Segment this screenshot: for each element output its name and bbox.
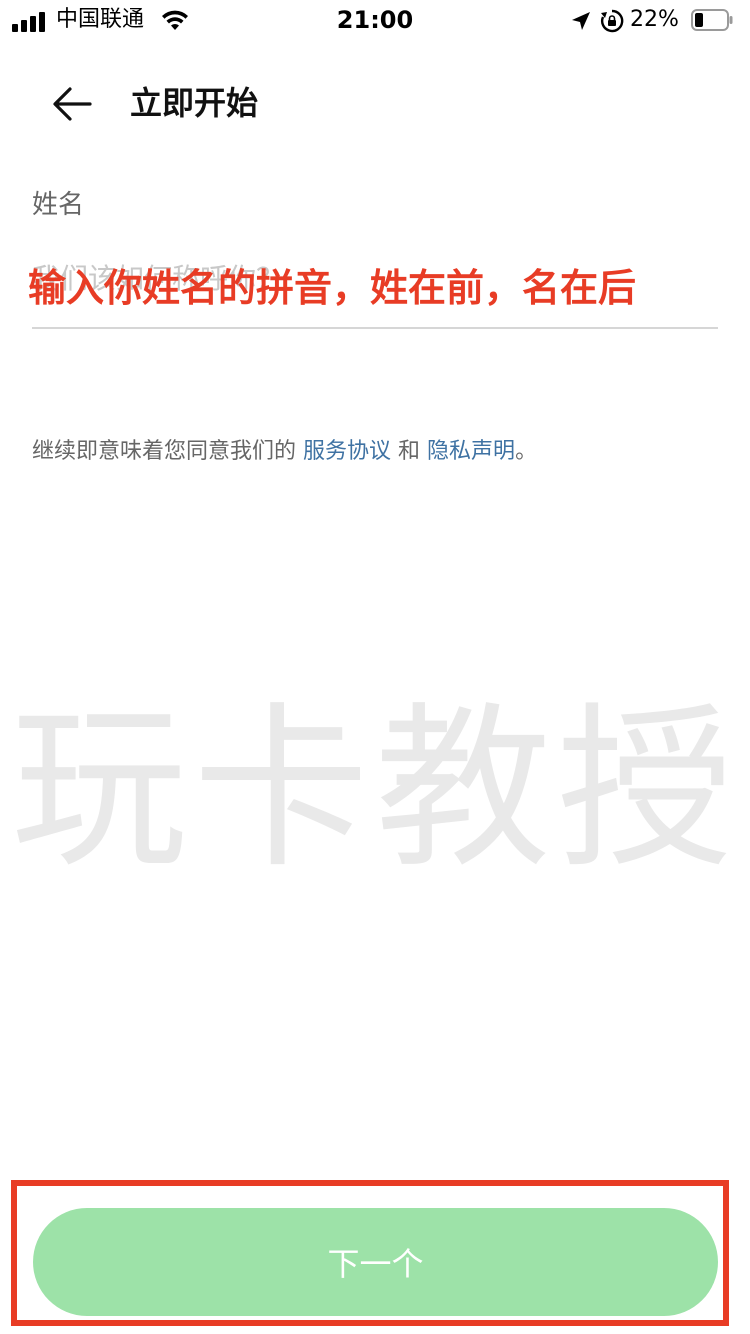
instruction-overlay-text: 输入你姓名的拼音，姓在前，名在后: [28, 266, 637, 310]
next-button[interactable]: 下一个: [33, 1208, 718, 1316]
battery-icon: [691, 9, 733, 31]
rotation-lock-icon: [601, 9, 624, 33]
privacy-statement-link[interactable]: 隐私声明: [427, 439, 515, 464]
agreement-text: 继续即意味着您同意我们的 服务协议 和 隐私声明。: [32, 436, 537, 468]
agreement-conjunction: 和: [398, 439, 421, 464]
location-arrow-icon: [572, 12, 590, 30]
agreement-prefix: 继续即意味着您同意我们的: [32, 439, 297, 464]
page-title: 立即开始: [130, 84, 259, 122]
back-arrow-icon[interactable]: [48, 82, 96, 126]
terms-of-service-link[interactable]: 服务协议: [303, 439, 391, 464]
name-field-label: 姓名: [32, 190, 85, 220]
watermark: 玩卡教授: [10, 687, 739, 892]
get-started-screen: 中国联通 21:00 22% 立即开始 姓名 输入你姓名的拼音，姓在前，名在后: [0, 0, 750, 1334]
name-field-underline: [32, 327, 718, 329]
status-bar: 中国联通 21:00 22%: [0, 0, 750, 40]
battery-percentage: 22%: [630, 7, 679, 32]
agreement-suffix: 。: [515, 439, 538, 464]
